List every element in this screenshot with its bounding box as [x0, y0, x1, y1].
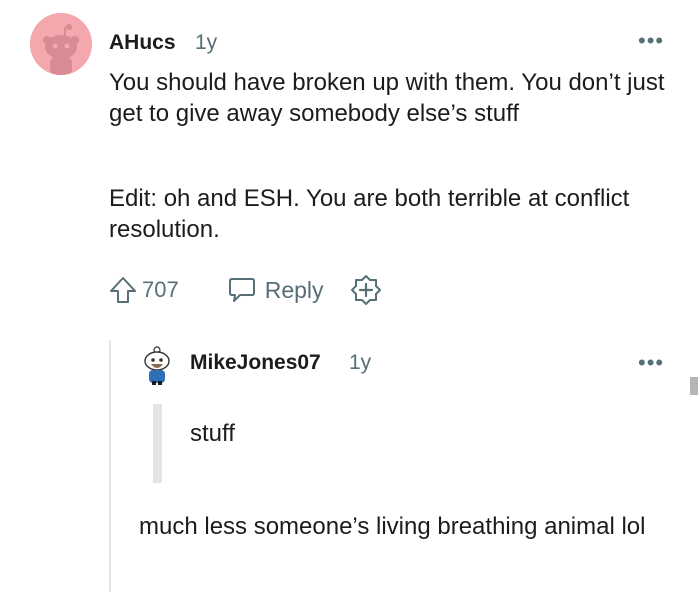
blockquote-text: stuff [190, 420, 235, 447]
award-plus-icon [350, 275, 381, 305]
reply-text: much less someone’s living breathing ani… [139, 513, 646, 540]
reply-button[interactable]: Reply [227, 275, 324, 305]
user-avatar[interactable] [30, 13, 92, 75]
reply-avatar[interactable] [142, 346, 172, 386]
award-button[interactable] [350, 274, 382, 306]
more-options-icon[interactable]: ••• [638, 352, 664, 374]
comment-paragraph: You should have broken up with them. You… [109, 69, 665, 127]
comment-thread: AHucs 1y ••• You should have broken up w… [0, 0, 700, 592]
speech-bubble-icon [228, 278, 255, 302]
snoo-avatar-icon [30, 13, 92, 75]
comment-author[interactable]: AHucs [109, 31, 176, 55]
upvote-button[interactable]: 707 [108, 275, 179, 305]
reply-label: Reply [264, 276, 324, 303]
reply-author[interactable]: MikeJones07 [190, 351, 321, 375]
scrollbar-thumb[interactable] [690, 377, 698, 395]
more-options-icon[interactable]: ••• [638, 30, 664, 52]
snoo-avatar-icon [144, 346, 170, 385]
vote-count: 707 [142, 277, 179, 302]
blockquote-bar [153, 404, 162, 483]
upvote-arrow-icon [110, 277, 136, 303]
comment-actions: 707 Reply [108, 272, 382, 308]
reply-timestamp: 1y [349, 351, 372, 374]
thread-line[interactable] [109, 340, 111, 592]
comment-paragraph: Edit: oh and ESH. You are both terrible … [109, 185, 630, 243]
comment-timestamp: 1y [195, 31, 218, 54]
